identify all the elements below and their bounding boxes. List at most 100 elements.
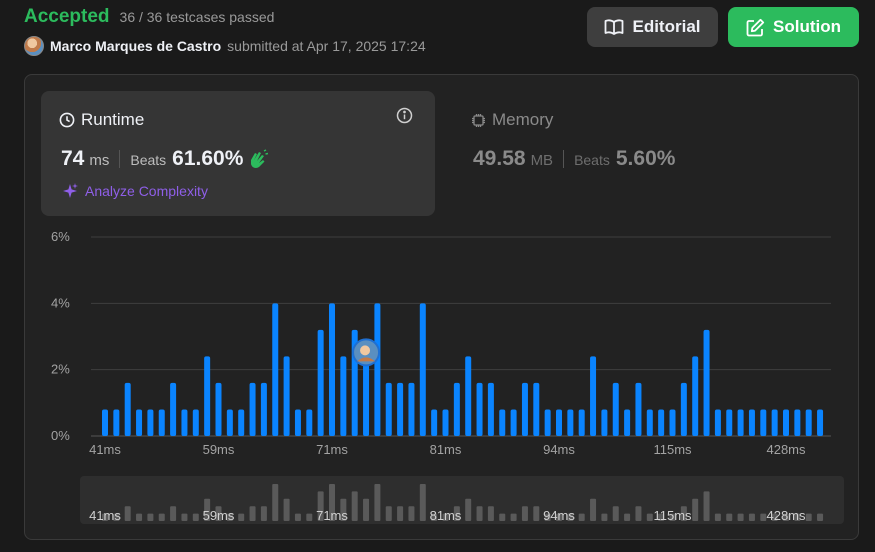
navigator-bar	[817, 513, 824, 521]
chart-bar[interactable]	[260, 382, 267, 436]
editorial-button[interactable]: Editorial	[587, 7, 718, 47]
chart-bar[interactable]	[306, 409, 313, 436]
chart-bar[interactable]	[465, 356, 472, 436]
chart-bar[interactable]	[578, 409, 585, 436]
navigator-bar	[351, 491, 358, 521]
chart-bar[interactable]	[124, 382, 131, 436]
chart-bar[interactable]	[283, 356, 290, 436]
x-tick-label: 59ms	[203, 442, 235, 457]
chart-bar[interactable]	[794, 409, 801, 436]
chart-bar[interactable]	[624, 409, 631, 436]
chart-bar[interactable]	[669, 409, 676, 436]
submission-header: Accepted 36 / 36 testcases passed Marco …	[24, 4, 859, 64]
chart-range-navigator[interactable]: 41ms 59ms 71ms 81ms 94ms 115ms 428ms	[80, 476, 844, 524]
chart-bar[interactable]	[817, 409, 824, 436]
chart-bar[interactable]	[737, 409, 744, 436]
chart-bar[interactable]	[590, 356, 597, 436]
chart-bar[interactable]	[635, 382, 642, 436]
memory-card[interactable]: Memory 49.58 MB Beats 5.60%	[453, 91, 813, 216]
chart-bar[interactable]	[760, 409, 767, 436]
memory-value: 49.58	[473, 147, 526, 170]
chart-bar[interactable]	[431, 409, 438, 436]
chart-bar[interactable]	[147, 409, 154, 436]
y-tick-label: 6%	[51, 229, 70, 244]
chart-bar[interactable]	[363, 356, 370, 436]
chart-bar[interactable]	[192, 409, 199, 436]
navigator-bar	[635, 506, 642, 521]
chart-bar[interactable]	[567, 409, 574, 436]
navigator-bar	[465, 498, 472, 521]
navigator-bar	[397, 506, 404, 521]
accepted-label: Accepted	[24, 6, 110, 27]
chart-bar[interactable]	[249, 382, 256, 436]
navigator-bar	[646, 513, 653, 521]
chart-bar[interactable]	[658, 409, 665, 436]
chart-bar[interactable]	[374, 303, 381, 436]
runtime-card[interactable]: Runtime 74 ms Beats 61.60% Analyze Compl…	[41, 91, 435, 216]
chart-bar[interactable]	[272, 303, 279, 436]
chart-bar[interactable]	[805, 409, 812, 436]
chart-bar[interactable]	[453, 382, 460, 436]
chart-bar[interactable]	[748, 409, 755, 436]
chart-bar[interactable]	[499, 409, 506, 436]
chart-bar[interactable]	[238, 409, 245, 436]
chart-bar[interactable]	[556, 409, 562, 436]
chart-bar[interactable]	[294, 409, 301, 436]
chart-bar[interactable]	[397, 382, 404, 436]
memory-metric: 49.58 MB Beats 5.60%	[473, 147, 675, 171]
chart-bar[interactable]	[102, 409, 108, 436]
chart-bar[interactable]	[680, 382, 687, 436]
navigator-bar	[363, 498, 370, 521]
clock-icon	[59, 112, 75, 128]
chart-bar[interactable]	[204, 356, 211, 436]
status-row: Accepted 36 / 36 testcases passed	[24, 6, 274, 28]
chip-icon	[472, 113, 485, 127]
navigator-bar	[408, 506, 415, 521]
runtime-distribution-chart[interactable]: 6% 4% 2% 0% 41ms 59ms 71ms 81ms 94ms 115ms 428ms	[25, 225, 858, 465]
chart-bar[interactable]	[340, 356, 347, 436]
chart-bar[interactable]	[408, 382, 415, 436]
chart-bar[interactable]	[476, 382, 483, 436]
chart-bar[interactable]	[113, 409, 120, 436]
chart-bar[interactable]	[612, 382, 619, 436]
chart-bar[interactable]	[703, 329, 710, 436]
navigator-chart[interactable]: 41ms 59ms 71ms 81ms 94ms 115ms 428ms	[80, 476, 844, 524]
chart-bar[interactable]	[385, 382, 392, 436]
chart-bar[interactable]	[510, 409, 517, 436]
chart-bar[interactable]	[533, 382, 540, 436]
memory-title: Memory	[492, 110, 554, 129]
chart-bar[interactable]	[544, 409, 551, 436]
chart-bar[interactable]	[170, 382, 177, 436]
your-submission-marker[interactable]	[352, 338, 381, 367]
chart-bar[interactable]	[692, 356, 699, 436]
chart-bar[interactable]	[601, 409, 608, 436]
solution-button[interactable]: Solution	[728, 7, 859, 47]
chart-bar[interactable]	[771, 409, 778, 436]
navigator-bar	[260, 506, 267, 521]
chart-bar[interactable]	[646, 409, 653, 436]
chart-bar[interactable]	[487, 382, 494, 436]
info-icon[interactable]	[396, 107, 413, 124]
chart-bar[interactable]	[136, 409, 143, 436]
chart-bar[interactable]	[158, 409, 165, 436]
chart-bar[interactable]	[442, 409, 449, 436]
avatar[interactable]	[24, 36, 44, 56]
analyze-complexity-link[interactable]: Analyze Complexity	[61, 182, 208, 200]
chart-bar[interactable]	[317, 329, 324, 436]
chart-bar[interactable]	[419, 303, 426, 436]
navigator-tick-label: 94ms	[543, 508, 575, 523]
chart-bar[interactable]	[181, 409, 188, 436]
chart-bar[interactable]	[726, 409, 733, 436]
solution-label: Solution	[773, 17, 841, 36]
chart-bar[interactable]	[215, 382, 222, 436]
memory-header: Memory	[471, 110, 553, 130]
chart-bar[interactable]	[226, 409, 233, 436]
navigator-bar	[714, 513, 721, 521]
chart-bar[interactable]	[521, 382, 528, 436]
author-name[interactable]: Marco Marques de Castro	[50, 38, 221, 54]
chart-bar[interactable]	[783, 409, 789, 436]
navigator-bar	[294, 513, 301, 521]
navigator-bar	[385, 506, 392, 521]
chart-bar[interactable]	[329, 303, 335, 436]
chart-bar[interactable]	[714, 409, 721, 436]
